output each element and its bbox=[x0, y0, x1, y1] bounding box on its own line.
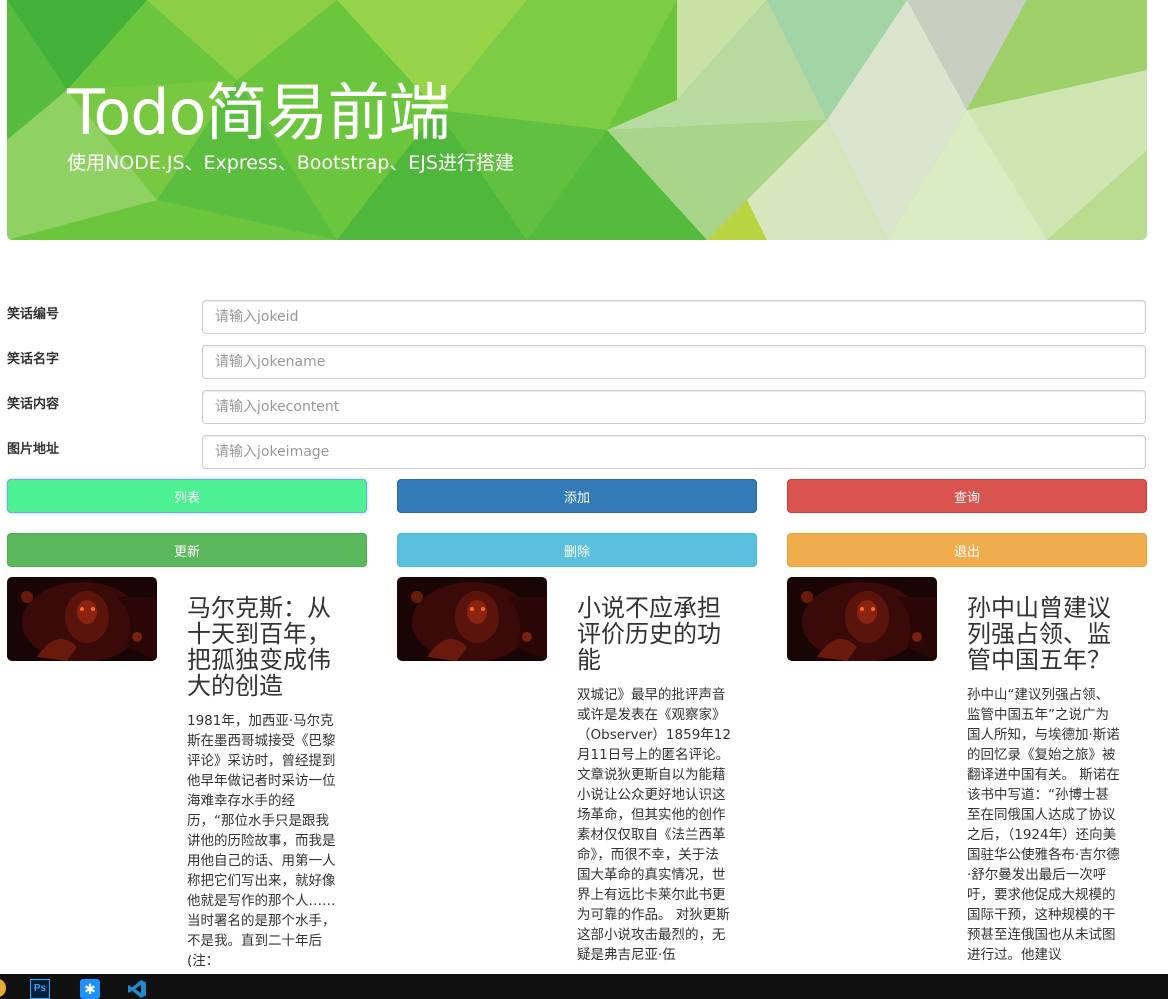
jokecontent-label: 笑话内容 bbox=[7, 397, 60, 412]
jokename-input[interactable] bbox=[202, 345, 1146, 379]
jokeimage-input[interactable] bbox=[202, 435, 1146, 469]
card-thumbnail-image bbox=[7, 577, 157, 661]
taskbar: Ps ✱ bbox=[0, 974, 1168, 999]
form-row-jokeid: 笑话编号 bbox=[7, 300, 1147, 334]
browser-app-icon[interactable] bbox=[0, 979, 6, 997]
jokeid-input[interactable] bbox=[202, 300, 1146, 334]
form-row-jokename: 笑话名字 bbox=[7, 345, 1147, 379]
joke-card: 小说不应承担评价历史的功能 双城记》最早的批评声音或许是发表在《观察家》（Obs… bbox=[397, 577, 757, 977]
star-app-icon[interactable]: ✱ bbox=[80, 979, 100, 999]
jokeid-label: 笑话编号 bbox=[7, 307, 60, 322]
exit-button[interactable]: 退出 bbox=[787, 533, 1147, 567]
joke-card: 马尔克斯：从十天到百年，把孤独变成伟大的创造 1981年，加西亚·马尔克斯在墨西… bbox=[7, 577, 367, 977]
card-title: 小说不应承担评价历史的功能 bbox=[577, 594, 721, 674]
delete-button[interactable]: 删除 bbox=[397, 533, 757, 567]
vscode-app-icon[interactable] bbox=[127, 979, 147, 999]
card-text: 孙中山“建议列强占领、监管中国五年”之说广为国人所知，与埃德加·斯诺的回忆录《复… bbox=[967, 687, 1120, 963]
page: Todo简易前端 使用NODE.JS、Express、Bootstrap、EJS… bbox=[0, 0, 1168, 999]
page-subtitle: 使用NODE.JS、Express、Bootstrap、EJS进行搭建 bbox=[67, 152, 514, 174]
card-thumbnail-image bbox=[787, 577, 937, 661]
add-button[interactable]: 添加 bbox=[397, 479, 757, 513]
photoshop-app-icon[interactable]: Ps bbox=[30, 979, 50, 999]
card-title: 孙中山曾建议列强占领、监管中国五年？ bbox=[967, 594, 1111, 674]
card-title: 马尔克斯：从十天到百年，把孤独变成伟大的创造 bbox=[187, 594, 331, 700]
card-text: 1981年，加西亚·马尔克斯在墨西哥城接受《巴黎评论》采访时，曾经提到他早年做记… bbox=[187, 713, 336, 969]
card-text: 双城记》最早的批评声音或许是发表在《观察家》（Observer）1859年12月… bbox=[577, 687, 731, 963]
form-row-jokeimage: 图片地址 bbox=[7, 435, 1147, 469]
update-button[interactable]: 更新 bbox=[7, 533, 367, 567]
jokecontent-input[interactable] bbox=[202, 390, 1146, 424]
jokeimage-label: 图片地址 bbox=[7, 442, 60, 457]
query-button[interactable]: 查询 bbox=[787, 479, 1147, 513]
page-title: Todo简易前端 bbox=[67, 76, 451, 149]
list-button[interactable]: 列表 bbox=[7, 479, 367, 513]
card-thumbnail-image bbox=[397, 577, 547, 661]
joke-card: 孙中山曾建议列强占领、监管中国五年？ 孙中山“建议列强占领、监管中国五年”之说广… bbox=[787, 577, 1147, 977]
header-banner: Todo简易前端 使用NODE.JS、Express、Bootstrap、EJS… bbox=[7, 0, 1147, 240]
jokename-label: 笑话名字 bbox=[7, 352, 60, 367]
form-row-jokecontent: 笑话内容 bbox=[7, 390, 1147, 424]
